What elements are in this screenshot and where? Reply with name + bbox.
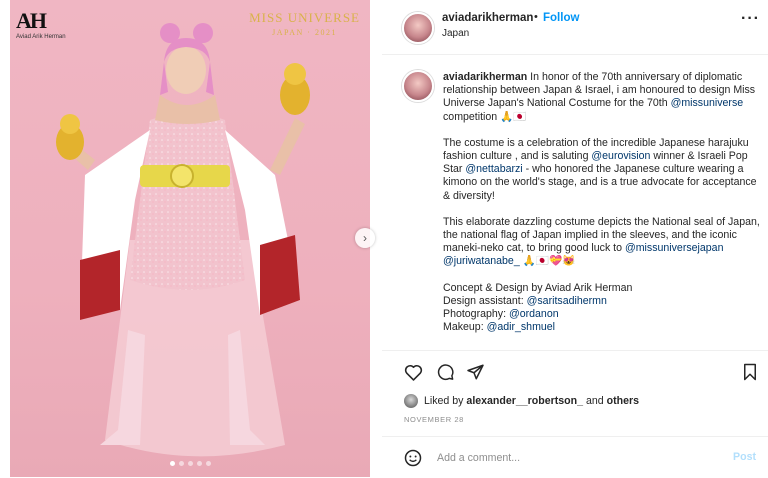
mention-link[interactable]: @juriwatanabe_ bbox=[443, 255, 520, 267]
liker-avatar[interactable] bbox=[404, 394, 418, 408]
caption-paragraph: aviadarikherman In honor of the 70th ann… bbox=[443, 71, 761, 124]
comment-input[interactable] bbox=[435, 448, 709, 468]
carousel-dot[interactable] bbox=[206, 461, 211, 466]
instagram-post: AH Aviad Arik Herman MISS UNIVERSE JAPAN… bbox=[10, 0, 768, 477]
add-comment-bar: Post bbox=[382, 436, 768, 478]
liked-by-middle: and bbox=[585, 395, 604, 407]
post-date[interactable]: NOVEMBER 28 bbox=[404, 415, 464, 424]
mu-title-line1: MISS UNIVERSE bbox=[249, 10, 360, 25]
mention-link[interactable]: @ordanon bbox=[509, 308, 559, 320]
post-comment-button[interactable]: Post bbox=[733, 451, 756, 463]
post-actions bbox=[382, 358, 768, 386]
credit-label: Design assistant: bbox=[443, 294, 527, 307]
credit-label: Makeup: bbox=[443, 321, 487, 334]
caption-username[interactable]: aviadarikherman bbox=[443, 71, 527, 83]
carousel-dot[interactable] bbox=[188, 461, 193, 466]
carousel-next-button[interactable]: › bbox=[355, 228, 375, 248]
credit-concept: Concept & Design by Aviad Arik Herman bbox=[443, 281, 633, 294]
caption-text-span: 🙏🇯🇵💝😻 bbox=[519, 255, 576, 268]
header-separator: • bbox=[534, 11, 538, 23]
mention-link[interactable]: @missuniversejapan bbox=[625, 242, 724, 254]
caption-author-avatar[interactable] bbox=[402, 70, 434, 102]
mu-title-line2: JAPAN · 2021 bbox=[272, 28, 337, 37]
share-icon[interactable] bbox=[466, 363, 485, 381]
mention-link[interactable]: @saritsadihermn bbox=[527, 295, 607, 307]
mention-link[interactable]: @eurovision bbox=[591, 150, 650, 162]
miss-universe-japan-mark: MISS UNIVERSE JAPAN · 2021 bbox=[249, 10, 360, 37]
post-side-panel: aviadarikherman • Follow Japan ··· aviad… bbox=[382, 0, 768, 477]
author-avatar[interactable] bbox=[402, 12, 434, 44]
carousel-dot[interactable] bbox=[197, 461, 202, 466]
liked-by-line: Liked by alexander__robertson_ and other… bbox=[404, 392, 639, 410]
post-caption: aviadarikherman In honor of the 70th ann… bbox=[382, 58, 768, 351]
comment-icon[interactable] bbox=[436, 363, 455, 381]
caption-text-span: competition 🙏🇯🇵 bbox=[443, 110, 527, 123]
emoji-icon[interactable] bbox=[404, 449, 422, 467]
carousel-dots bbox=[170, 461, 211, 466]
post-header: aviadarikherman • Follow Japan ··· bbox=[382, 0, 768, 55]
credit-label: Photography: bbox=[443, 308, 509, 321]
likes-others-link[interactable]: others bbox=[607, 395, 639, 407]
brand-logo-caption: Aviad Arik Herman bbox=[16, 34, 66, 40]
follow-button[interactable]: Follow bbox=[543, 12, 579, 24]
caption-credits: Concept & Design by Aviad Arik Herman De… bbox=[443, 282, 761, 335]
heart-icon[interactable] bbox=[404, 363, 423, 381]
brand-logo: AH bbox=[16, 8, 47, 33]
more-options-icon[interactable]: ··· bbox=[741, 10, 760, 28]
liked-by-prefix: Liked by bbox=[424, 395, 464, 407]
mention-link[interactable]: @missuniverse bbox=[671, 97, 744, 109]
chevron-right-icon: › bbox=[363, 231, 367, 245]
post-image[interactable]: AH Aviad Arik Herman MISS UNIVERSE JAPAN… bbox=[10, 0, 370, 477]
caption-paragraph: This elaborate dazzling costume depicts … bbox=[443, 216, 761, 269]
costume-photo bbox=[56, 23, 310, 457]
mention-link[interactable]: @nettabarzi bbox=[465, 163, 522, 175]
caption-paragraph: The costume is a celebration of the incr… bbox=[443, 137, 761, 203]
liker-username[interactable]: alexander__robertson_ bbox=[466, 395, 583, 407]
post-location[interactable]: Japan bbox=[442, 28, 469, 39]
mention-link[interactable]: @adir_shmuel bbox=[487, 321, 555, 333]
author-username[interactable]: aviadarikherman bbox=[442, 12, 533, 24]
caption-text: aviadarikherman In honor of the 70th ann… bbox=[443, 71, 761, 334]
carousel-dot[interactable] bbox=[170, 461, 175, 466]
carousel-dot[interactable] bbox=[179, 461, 184, 466]
bookmark-icon[interactable] bbox=[742, 363, 758, 381]
